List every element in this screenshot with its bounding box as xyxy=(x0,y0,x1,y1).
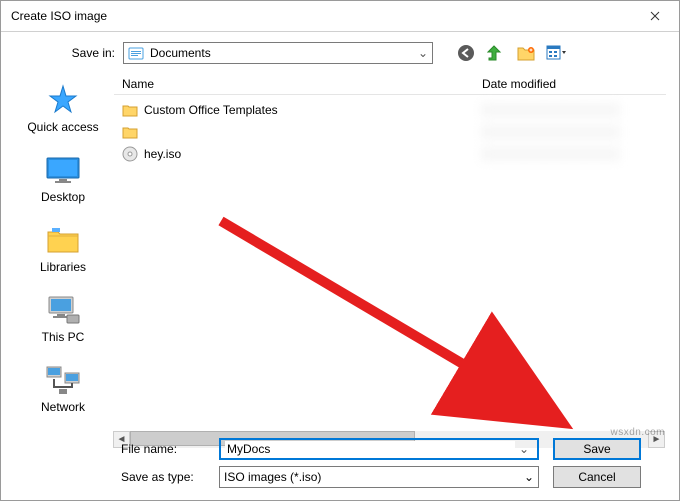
column-header-name[interactable]: Name xyxy=(114,77,474,91)
file-name: hey.iso xyxy=(144,147,181,161)
sidebar-item-label: Quick access xyxy=(27,120,98,134)
chevron-down-icon[interactable]: ⌄ xyxy=(515,442,533,456)
save-in-value: Documents xyxy=(150,46,418,60)
cancel-button[interactable]: Cancel xyxy=(553,466,641,488)
places-sidebar: Quick access Desktop Libraries xyxy=(13,72,113,402)
save-in-combo[interactable]: Documents ⌄ xyxy=(123,42,433,64)
column-headers: Name Date modified xyxy=(114,73,666,95)
save-type-row: Save as type: ISO images (*.iso) ⌄ Cance… xyxy=(13,466,667,488)
chevron-down-icon: ⌄ xyxy=(418,46,428,60)
sidebar-item-label: This PC xyxy=(42,330,85,344)
file-row[interactable] xyxy=(114,121,666,143)
libraries-icon xyxy=(43,224,83,256)
up-icon xyxy=(487,44,505,62)
file-rows: Custom Office Templates xyxy=(114,95,666,165)
view-button[interactable] xyxy=(545,42,567,64)
file-row[interactable]: hey.iso xyxy=(114,143,666,165)
quick-access-icon xyxy=(43,84,83,116)
save-type-label: Save as type: xyxy=(13,470,213,484)
back-icon xyxy=(457,44,475,62)
date-redacted xyxy=(482,147,622,161)
sidebar-item-this-pc[interactable]: This PC xyxy=(18,290,108,348)
network-icon xyxy=(43,364,83,396)
back-button[interactable] xyxy=(455,42,477,64)
iso-file-icon xyxy=(122,146,138,162)
sidebar-item-label: Libraries xyxy=(40,260,86,274)
save-button[interactable]: Save xyxy=(553,438,641,460)
file-row[interactable]: Custom Office Templates xyxy=(114,99,666,121)
watermark: wsxdn.com xyxy=(610,427,665,438)
dialog-content: Save in: Documents ⌄ xyxy=(1,31,679,500)
up-button[interactable] xyxy=(485,42,507,64)
save-in-label: Save in: xyxy=(43,46,115,60)
folder-icon xyxy=(122,102,138,118)
sidebar-item-network[interactable]: Network xyxy=(18,360,108,418)
desktop-icon xyxy=(43,154,83,186)
file-name: Custom Office Templates xyxy=(144,103,278,117)
main-area: Quick access Desktop Libraries xyxy=(13,72,667,402)
file-name-input[interactable] xyxy=(225,441,515,457)
this-pc-icon xyxy=(43,294,83,326)
titlebar: Create ISO image xyxy=(1,1,679,31)
sidebar-item-libraries[interactable]: Libraries xyxy=(18,220,108,278)
close-icon xyxy=(650,11,660,21)
file-name-combo[interactable]: ⌄ xyxy=(219,438,539,460)
sidebar-item-label: Desktop xyxy=(41,190,85,204)
folder-icon xyxy=(122,124,138,140)
view-menu-icon xyxy=(546,45,566,61)
sidebar-item-desktop[interactable]: Desktop xyxy=(18,150,108,208)
date-redacted xyxy=(482,103,622,117)
save-dialog: Create ISO image Save in: Documents ⌄ xyxy=(0,0,680,501)
new-folder-icon xyxy=(517,45,535,61)
date-redacted xyxy=(482,125,622,139)
nav-toolbar xyxy=(455,42,567,64)
sidebar-item-quick-access[interactable]: Quick access xyxy=(18,80,108,138)
dialog-title: Create ISO image xyxy=(11,9,107,23)
chevron-down-icon: ⌄ xyxy=(524,470,534,484)
save-type-value: ISO images (*.iso) xyxy=(224,470,524,484)
file-name-label: File name: xyxy=(13,442,213,456)
save-in-row: Save in: Documents ⌄ xyxy=(13,42,667,64)
new-folder-button[interactable] xyxy=(515,42,537,64)
bottom-controls: File name: ⌄ Save Save as type: ISO imag… xyxy=(13,432,667,488)
documents-icon xyxy=(128,45,144,61)
column-header-date[interactable]: Date modified xyxy=(474,77,666,91)
close-button[interactable] xyxy=(632,2,677,30)
file-name-row: File name: ⌄ Save xyxy=(13,438,667,460)
save-type-combo[interactable]: ISO images (*.iso) ⌄ xyxy=(219,466,539,488)
sidebar-item-label: Network xyxy=(41,400,85,414)
file-list-pane: Name Date modified Custom Office Templat… xyxy=(113,72,667,402)
